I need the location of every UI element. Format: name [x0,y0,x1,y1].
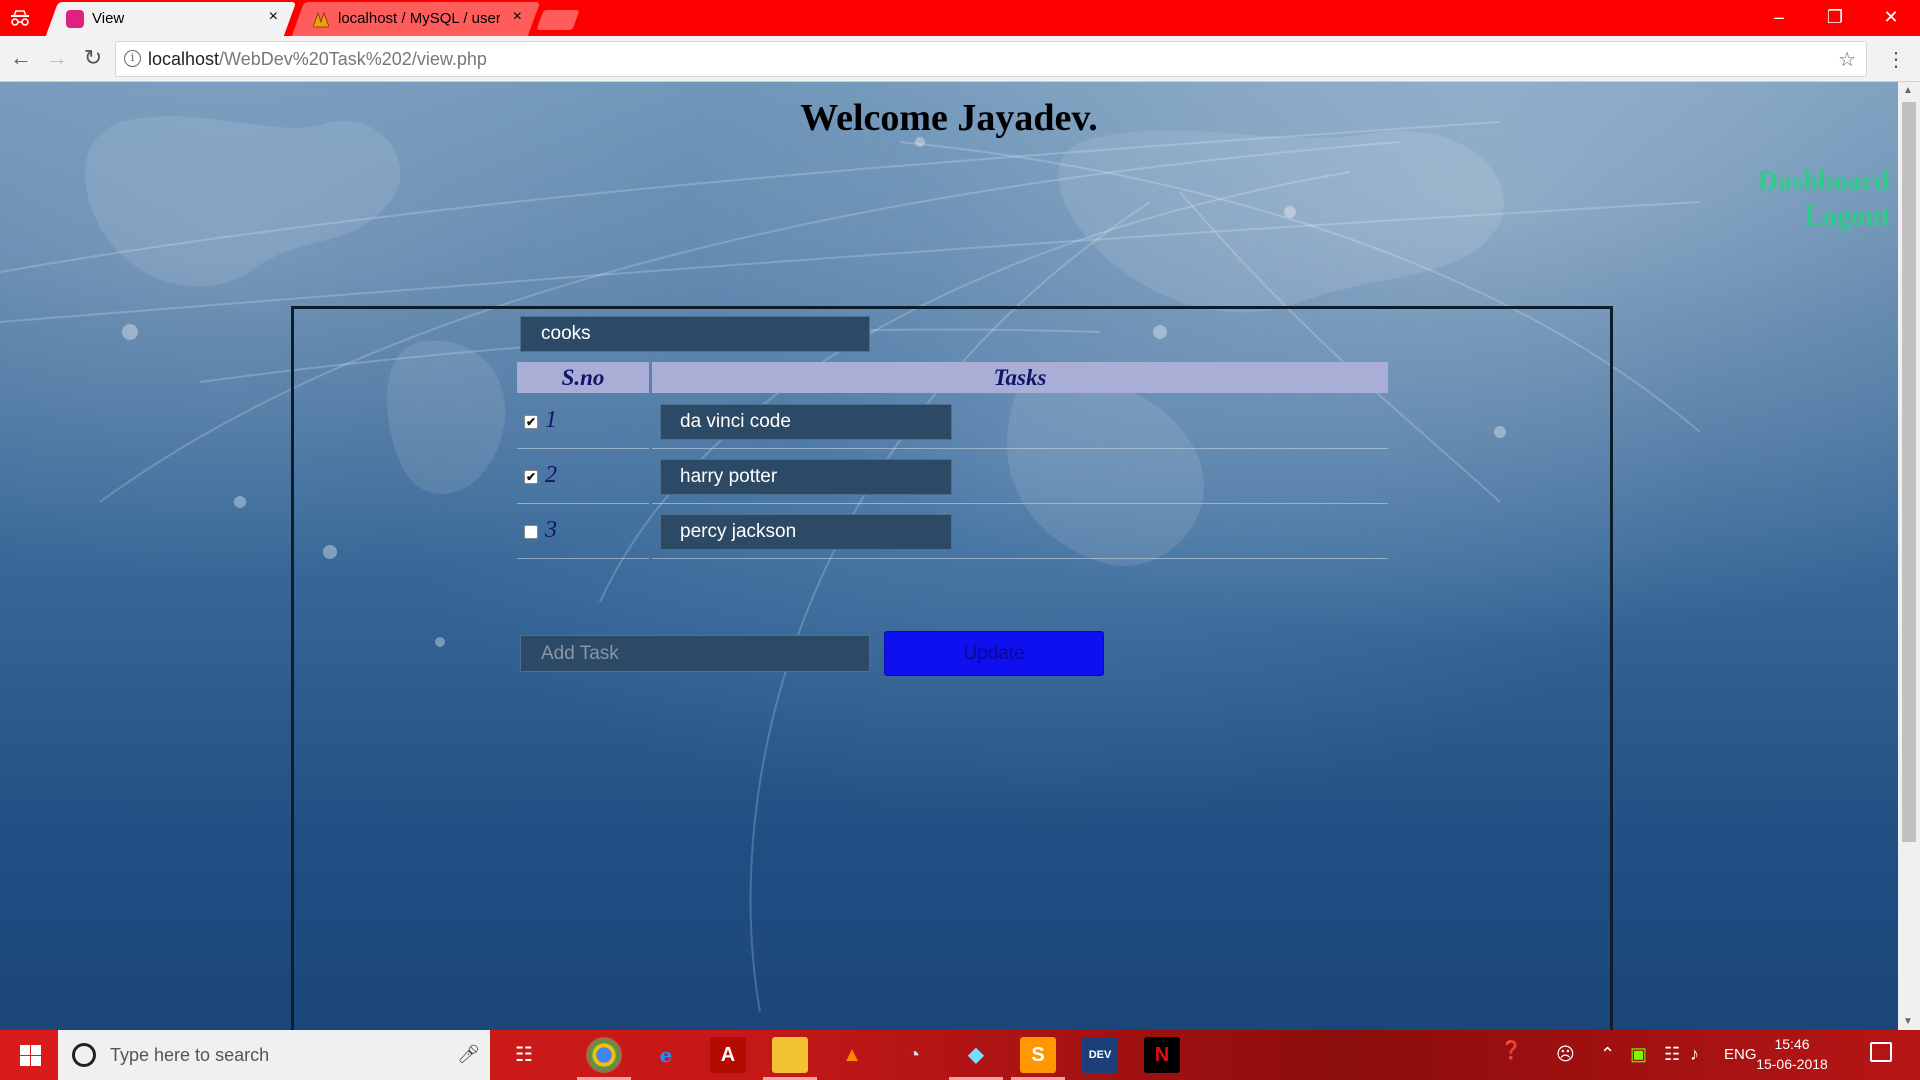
add-task-input[interactable]: Add Task [520,635,870,672]
scroll-thumb[interactable] [1902,102,1916,842]
vlc-icon[interactable]: ▲ [834,1037,870,1073]
taskbar-clock[interactable]: 15:46 15-06-2018 [1752,1034,1832,1074]
tab-strip: View × localhost / MySQL / users × – ❐ ✕ [0,0,1920,36]
microphone-icon[interactable]: 🎤︎ [457,1044,480,1065]
people-icon[interactable]: ☹ [1556,1044,1575,1065]
clock-date: 15-06-2018 [1756,1056,1828,1072]
task-view-icon[interactable]: ☷ [506,1037,542,1073]
task-checkbox[interactable]: ✔ [524,470,538,484]
tab-close-icon[interactable]: × [513,8,522,26]
site-info-icon[interactable]: i [124,50,141,67]
header-sno: S.no [517,362,649,393]
new-tab-button[interactable] [536,10,580,30]
browser-menu-icon[interactable]: ⋮ [1886,47,1906,72]
address-bar[interactable]: i localhost/WebDev%20Task%202/view.php ☆ [116,42,1866,76]
sublime-text-icon[interactable]: S [1020,1037,1056,1073]
windows-taskbar: Type here to search 🎤︎ ☷ e A ▲ ◔ ◆ S DEV… [0,1030,1920,1080]
forward-icon[interactable]: → [44,46,70,72]
page-scrollbar[interactable]: ▲ ▼ [1898,82,1920,1030]
reload-icon[interactable]: ↻ [80,46,106,72]
wifi-icon[interactable]: ☷ [1664,1044,1680,1065]
task-input[interactable]: da vinci code [660,404,952,440]
dev-cpp-icon[interactable]: DEV [1082,1037,1118,1073]
bookmark-star-icon[interactable]: ☆ [1838,47,1856,72]
table-row: 3 percy jackson [517,505,1388,560]
git-icon[interactable]: ◆ [958,1037,994,1073]
scroll-up-icon[interactable]: ▲ [1903,85,1913,96]
browser-toolbar: ← → ↻ i localhost/WebDev%20Task%202/view… [0,36,1920,82]
page-favicon-icon [66,10,84,28]
task-checkbox[interactable] [524,525,538,539]
bittorrent-icon[interactable]: ◔ [896,1037,932,1073]
row-number: 2 [545,462,557,488]
minimize-icon[interactable]: – [1750,0,1808,36]
sno-cell: 3 [517,505,649,559]
windows-start-icon[interactable] [0,1030,58,1080]
tab-view[interactable]: View × [45,2,297,36]
welcome-heading: Welcome Jayadev. [800,97,1098,139]
logout-link[interactable]: Logout [1758,199,1890,234]
sno-cell: ✔ 1 [517,395,649,449]
tab-title: View [92,10,125,27]
tray-overflow-icon[interactable]: ⌃ [1600,1044,1615,1065]
page-viewport: Welcome Jayadev. Dashboard Logout cooks … [0,82,1898,1030]
tab-close-icon[interactable]: × [269,8,278,26]
sno-cell: ✔ 2 [517,450,649,504]
chrome-icon[interactable] [586,1037,622,1073]
url-text: localhost/WebDev%20Task%202/view.php [148,49,487,69]
cortana-icon [72,1043,96,1067]
clock-time: 15:46 [1774,1036,1810,1052]
row-number: 1 [545,407,557,433]
row-number: 3 [545,517,557,543]
table-row: ✔ 2 harry potter [517,450,1388,505]
volume-icon[interactable]: ♪ [1690,1044,1699,1065]
task-checkbox[interactable]: ✔ [524,415,538,429]
close-window-icon[interactable]: ✕ [1862,0,1920,36]
list-title-input[interactable]: cooks [520,316,870,352]
search-placeholder: Type here to search [110,1045,270,1065]
update-button[interactable]: Update [884,631,1104,676]
table-row: ✔ 1 da vinci code [517,395,1388,450]
back-icon[interactable]: ← [8,46,34,72]
file-explorer-icon[interactable] [772,1037,808,1073]
tab-phpmyadmin[interactable]: localhost / MySQL / users × [291,2,541,36]
taskbar-search[interactable]: Type here to search 🎤︎ [58,1030,490,1080]
side-nav: Dashboard Logout [1758,164,1890,234]
action-center-icon[interactable] [1870,1042,1892,1062]
task-input[interactable]: percy jackson [660,514,952,550]
tray-app-icon[interactable]: ▣ [1630,1044,1647,1065]
task-cell: harry potter [652,450,1388,504]
dashboard-link[interactable]: Dashboard [1758,164,1890,199]
incognito-icon [11,10,29,26]
edge-icon[interactable]: e [648,1037,684,1073]
restore-icon[interactable]: ❐ [1806,0,1864,36]
task-input[interactable]: harry potter [660,459,952,495]
task-cell: percy jackson [652,505,1388,559]
help-icon[interactable]: ❓ [1500,1040,1522,1061]
phpmyadmin-favicon-icon [312,11,330,28]
acrobat-icon[interactable]: A [710,1037,746,1073]
netflix-icon[interactable]: N [1144,1037,1180,1073]
tab-title: localhost / MySQL / users [338,10,500,27]
scroll-down-icon[interactable]: ▼ [1903,1016,1913,1027]
header-tasks: Tasks [652,362,1388,393]
task-cell: da vinci code [652,395,1388,449]
